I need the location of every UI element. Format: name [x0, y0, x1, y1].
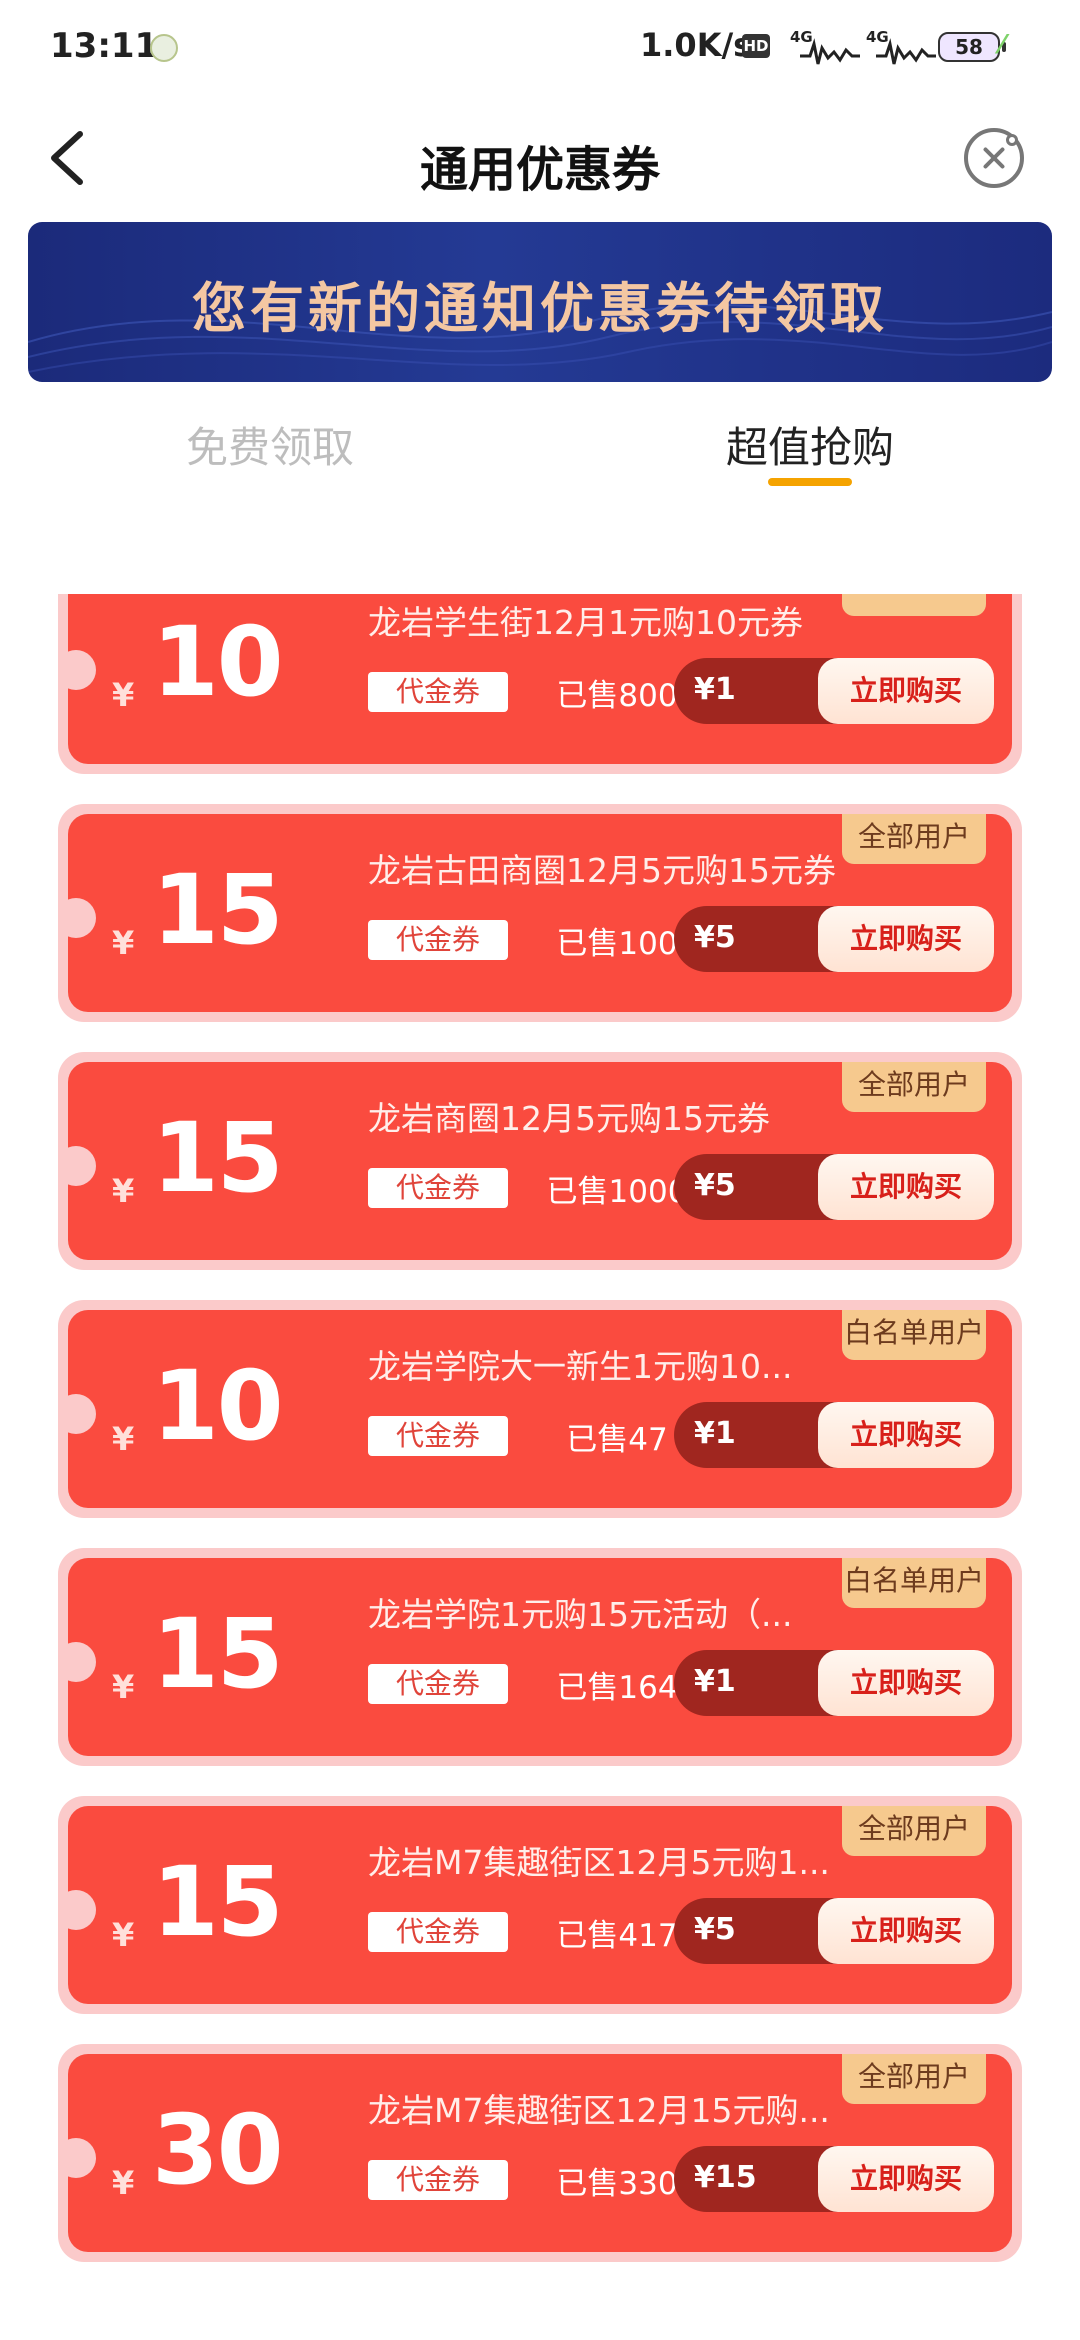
- coupon-notch: [68, 1146, 96, 1186]
- coupon-price-pill: ¥5 立即购买: [674, 906, 994, 972]
- coupon-amount: 10: [152, 1350, 284, 1462]
- coupon-edge: [1003, 1078, 1012, 1248]
- status-time: 13:11: [50, 26, 159, 66]
- coupon-notch: [68, 2138, 96, 2178]
- charging-icon: ⁄: [1000, 30, 1005, 60]
- coupon-price: ¥5: [694, 1168, 736, 1203]
- app-notification-icon: [150, 34, 178, 62]
- buy-now-button[interactable]: 立即购买: [818, 2146, 994, 2212]
- coupon-price: ¥1: [694, 672, 736, 707]
- coupon-title: 龙岩学生街12月1元购10元券: [368, 603, 803, 642]
- coupon-user-badge: 全部用户: [842, 814, 986, 864]
- coupon-title: 龙岩学院大一新生1元购10...: [368, 1347, 793, 1386]
- hd-icon: HD: [742, 34, 770, 58]
- coupon-amount: 30: [152, 2094, 284, 2206]
- coupon-amount: 15: [152, 1846, 284, 1958]
- buy-now-button[interactable]: 立即购买: [818, 906, 994, 972]
- coupon-amount: 15: [152, 1102, 284, 1214]
- coupon-card[interactable]: ¥ 15 龙岩古田商圈12月5元购15元券 全部用户 代金券 已售100 ¥5 …: [58, 804, 1022, 1022]
- page-title: 通用优惠券: [419, 142, 660, 198]
- coupon-notch: [68, 1394, 96, 1434]
- buy-now-button[interactable]: 立即购买: [818, 1154, 994, 1220]
- tab-free-claim[interactable]: 免费领取: [120, 414, 420, 475]
- banner-text: 您有新的通知优惠券待领取: [192, 276, 888, 340]
- coupon-card[interactable]: ¥ 10 龙岩学院大一新生1元购10... 白名单用户 代金券 已售47 ¥1 …: [58, 1300, 1022, 1518]
- buy-now-button[interactable]: 立即购买: [818, 658, 994, 724]
- network-speed: 1.0K/s: [640, 26, 753, 64]
- coupon-user-badge: 全部用户: [842, 1806, 986, 1856]
- coupon-user-badge: [842, 594, 986, 616]
- coupon-card[interactable]: ¥ 15 龙岩商圈12月5元购15元券 全部用户 代金券 已售1000 ¥5 立…: [58, 1052, 1022, 1270]
- tab-bar: 免费领取 超值抢购: [0, 400, 1080, 500]
- tab-value-buy[interactable]: 超值抢购: [660, 414, 960, 475]
- coupon-card[interactable]: ¥ 10 龙岩学生街12月1元购10元券 代金券 已售800 ¥1 立即购买: [58, 594, 1022, 774]
- coupon-amount: 10: [152, 606, 284, 718]
- coupon-edge: [1003, 1574, 1012, 1744]
- coupon-price-pill: ¥5 立即购买: [674, 1898, 994, 1964]
- coupon-title: 龙岩M7集趣街区12月5元购1...: [368, 1843, 830, 1882]
- coupon-type-tag: 代金券: [368, 1168, 508, 1208]
- coupon-edge: [1003, 594, 1012, 752]
- coupon-currency: ¥: [112, 676, 135, 714]
- coupon-type-tag: 代金券: [368, 1664, 508, 1704]
- coupon-price-pill: ¥1 立即购买: [674, 1650, 994, 1716]
- coupon-currency: ¥: [112, 1172, 135, 1210]
- coupon-user-badge: 白名单用户: [842, 1310, 986, 1360]
- signal-icon-2: 4G: [866, 28, 936, 66]
- coupon-price-pill: ¥15 立即购买: [674, 2146, 994, 2212]
- coupon-title: 龙岩商圈12月5元购15元券: [368, 1099, 770, 1138]
- coupon-edge: [1003, 2070, 1012, 2240]
- coupon-type-tag: 代金券: [368, 1416, 508, 1456]
- coupon-amount: 15: [152, 1598, 284, 1710]
- coupon-price: ¥5: [694, 1912, 736, 1947]
- coupon-price: ¥1: [694, 1416, 736, 1451]
- coupon-amount: 15: [152, 854, 284, 966]
- coupon-currency: ¥: [112, 1916, 135, 1954]
- coupon-edge: [1003, 1822, 1012, 1992]
- active-tab-indicator: [768, 478, 852, 486]
- coupon-notch: [68, 1642, 96, 1682]
- notice-banner[interactable]: 您有新的通知优惠券待领取: [28, 222, 1052, 382]
- coupon-price: ¥1: [694, 1664, 736, 1699]
- buy-now-button[interactable]: 立即购买: [818, 1898, 994, 1964]
- coupon-currency: ¥: [112, 1668, 135, 1706]
- coupon-card[interactable]: ¥ 15 龙岩M7集趣街区12月5元购1... 全部用户 代金券 已售417 ¥…: [58, 1796, 1022, 2014]
- coupon-user-badge: 全部用户: [842, 2054, 986, 2104]
- buy-now-button[interactable]: 立即购买: [818, 1402, 994, 1468]
- coupon-currency: ¥: [112, 1420, 135, 1458]
- coupon-notch: [68, 1890, 96, 1930]
- close-icon-dot: [1006, 134, 1018, 146]
- coupon-type-tag: 代金券: [368, 920, 508, 960]
- signal-icon: 4G: [790, 28, 860, 66]
- status-bar: 13:11 1.0K/s HD 4G 4G 58 ⁄: [0, 0, 1080, 96]
- coupon-currency: ¥: [112, 2164, 135, 2202]
- coupon-price: ¥15: [694, 2160, 757, 2195]
- coupon-card[interactable]: ¥ 30 龙岩M7集趣街区12月15元购... 全部用户 代金券 已售330 ¥…: [58, 2044, 1022, 2262]
- coupon-title: 龙岩古田商圈12月5元购15元券: [368, 851, 836, 890]
- coupon-price: ¥5: [694, 920, 736, 955]
- coupon-price-pill: ¥1 立即购买: [674, 1402, 994, 1468]
- close-button[interactable]: [964, 128, 1024, 188]
- coupon-edge: [1003, 830, 1012, 1000]
- coupon-title: 龙岩学院1元购15元活动（...: [368, 1595, 793, 1634]
- battery-icon: 58: [938, 32, 1006, 62]
- coupon-price-pill: ¥1 立即购买: [674, 658, 994, 724]
- coupon-list[interactable]: ¥ 10 龙岩学生街12月1元购10元券 代金券 已售800 ¥1 立即购买 ¥…: [0, 594, 1080, 2340]
- coupon-currency: ¥: [112, 924, 135, 962]
- coupon-type-tag: 代金券: [368, 1912, 508, 1952]
- coupon-user-badge: 白名单用户: [842, 1558, 986, 1608]
- coupon-edge: [1003, 1326, 1012, 1496]
- coupon-title: 龙岩M7集趣街区12月15元购...: [368, 2091, 830, 2130]
- coupon-type-tag: 代金券: [368, 672, 508, 712]
- coupon-notch: [68, 898, 96, 938]
- coupon-user-badge: 全部用户: [842, 1062, 986, 1112]
- nav-bar: 通用优惠券: [0, 100, 1080, 220]
- coupon-type-tag: 代金券: [368, 2160, 508, 2200]
- coupon-card[interactable]: ¥ 15 龙岩学院1元购15元活动（... 白名单用户 代金券 已售164 ¥1…: [58, 1548, 1022, 1766]
- buy-now-button[interactable]: 立即购买: [818, 1650, 994, 1716]
- coupon-price-pill: ¥5 立即购买: [674, 1154, 994, 1220]
- coupon-notch: [68, 650, 96, 690]
